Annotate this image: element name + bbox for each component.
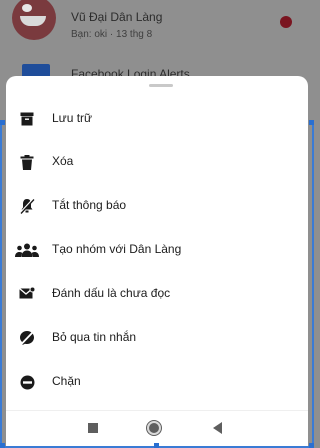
menu-item-label: Tạo nhóm với Dân Làng bbox=[52, 242, 182, 256]
home-icon[interactable] bbox=[147, 421, 161, 435]
menu-item-label: Đánh dấu là chưa đọc bbox=[52, 286, 171, 300]
mark-unread-icon bbox=[18, 285, 36, 303]
menu-item-label: Chặn bbox=[52, 374, 81, 388]
menu-item-label: Lưu trữ bbox=[52, 111, 93, 125]
reaction-icon bbox=[280, 16, 292, 28]
menu-item-label: Bỏ qua tin nhắn bbox=[52, 330, 137, 344]
selection-handle[interactable] bbox=[309, 443, 314, 448]
selection-handle[interactable] bbox=[309, 120, 314, 125]
menu-item-block[interactable]: Chặn bbox=[6, 362, 308, 402]
selection-handle[interactable] bbox=[0, 120, 5, 125]
chat-row: Vũ Đại Dân Làng Bạn: oki · 13 thg 8 bbox=[0, 0, 314, 40]
selection-edge-left bbox=[0, 122, 2, 448]
menu-item-ignore-messages[interactable]: Bỏ qua tin nhắn bbox=[6, 318, 308, 358]
menu-item-delete[interactable]: Xóa bbox=[6, 142, 308, 182]
selection-handle[interactable] bbox=[0, 443, 5, 448]
avatar bbox=[12, 0, 56, 40]
recents-icon[interactable] bbox=[88, 423, 98, 433]
back-icon[interactable] bbox=[213, 422, 222, 434]
selection-edge-right bbox=[312, 122, 314, 448]
menu-item-archive[interactable]: Lưu trữ bbox=[6, 99, 308, 139]
chat-name: Vũ Đại Dân Làng bbox=[71, 10, 163, 24]
mute-icon bbox=[18, 197, 36, 215]
menu-item-mark-unread[interactable]: Đánh dấu là chưa đọc bbox=[6, 274, 308, 314]
menu-item-label: Tắt thông báo bbox=[52, 198, 127, 212]
archive-icon bbox=[18, 110, 36, 128]
menu-item-mute[interactable]: Tắt thông báo bbox=[6, 186, 308, 226]
chat-preview: Bạn: oki · 13 thg 8 bbox=[71, 29, 153, 40]
menu-item-create-group[interactable]: Tạo nhóm với Dân Làng bbox=[6, 230, 308, 270]
menu-item-label: Xóa bbox=[52, 154, 74, 168]
selection-handle[interactable] bbox=[154, 443, 159, 448]
trash-icon bbox=[18, 153, 36, 171]
action-bottom-sheet: Lưu trữ Xóa Tắt thông báo Tạo nhóm với D… bbox=[6, 76, 308, 410]
block-icon bbox=[18, 373, 36, 391]
sheet-drag-handle[interactable] bbox=[149, 84, 173, 87]
group-icon bbox=[15, 241, 39, 259]
ignore-icon bbox=[18, 329, 36, 347]
